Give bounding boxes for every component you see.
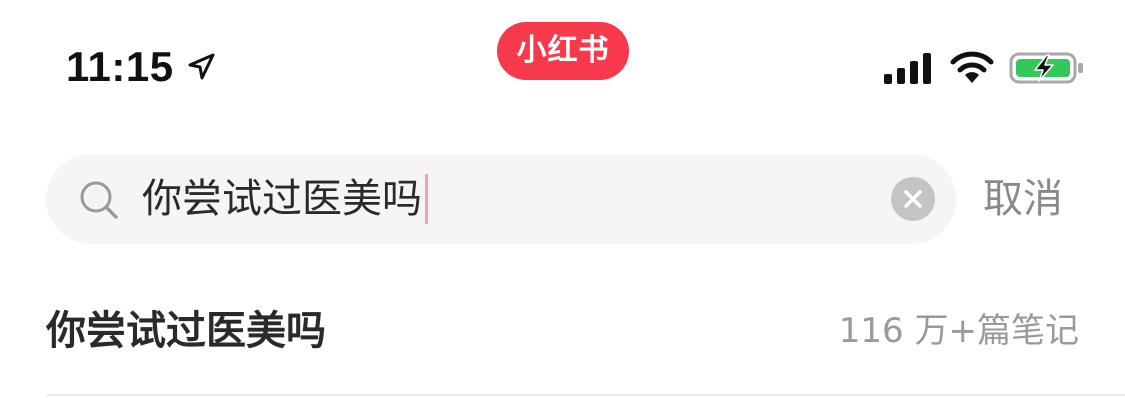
- clear-search-button[interactable]: [891, 177, 935, 221]
- cellular-signal-icon: [883, 50, 935, 86]
- clear-icon: [904, 190, 922, 208]
- text-caret: [425, 174, 428, 224]
- search-screen: 11:15 小红书 你尝试过医美吗 取消 你尝试过医美吗 116 万+篇笔记: [0, 0, 1125, 398]
- battery-charging-icon: [1009, 50, 1085, 86]
- cancel-button[interactable]: 取消: [983, 154, 1063, 244]
- app-badge-label: 小红书: [516, 33, 610, 68]
- suggestion-divider: [46, 394, 1125, 396]
- status-bar: 11:15 小红书: [0, 0, 1125, 110]
- status-indicators: [883, 50, 1085, 86]
- search-input-value: 你尝试过医美吗: [142, 176, 422, 222]
- search-input[interactable]: 你尝试过医美吗: [142, 154, 428, 244]
- search-box[interactable]: 你尝试过医美吗: [46, 154, 956, 244]
- suggestion-title: 你尝试过医美吗: [46, 308, 326, 354]
- suggestion-note-count: 116 万+篇笔记: [838, 311, 1079, 351]
- search-suggestion-item[interactable]: 你尝试过医美吗 116 万+篇笔记: [46, 296, 1079, 366]
- status-time-group: 11:15: [66, 46, 216, 88]
- app-badge[interactable]: 小红书: [497, 22, 629, 80]
- search-icon: [78, 179, 120, 221]
- wifi-icon: [949, 50, 995, 86]
- location-arrow-icon: [186, 52, 216, 82]
- search-bar-row: 你尝试过医美吗 取消: [46, 154, 1086, 244]
- status-time: 11:15: [66, 43, 174, 90]
